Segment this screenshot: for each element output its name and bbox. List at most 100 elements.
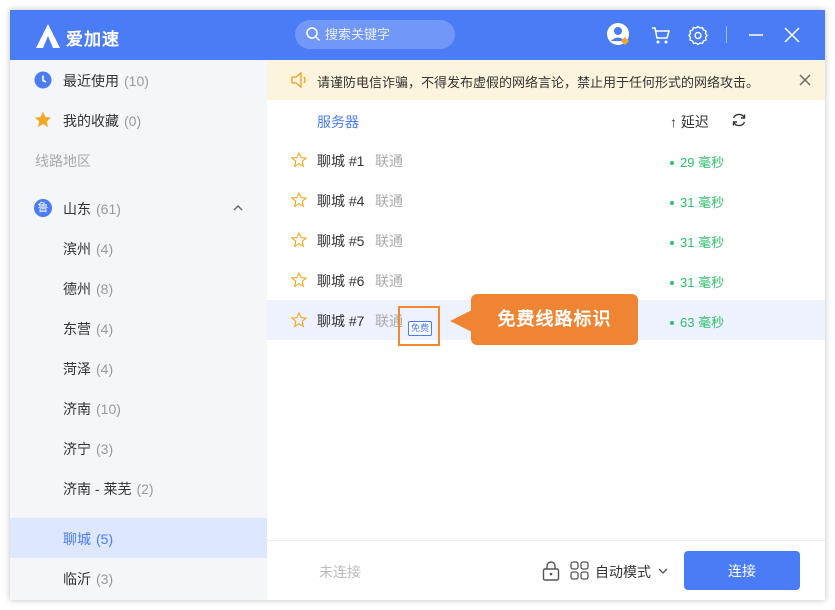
sidebar-item-favorites[interactable]: 我的收藏 (0)	[10, 100, 267, 140]
gear-icon	[688, 25, 708, 45]
sidebar-item-count: (10)	[124, 73, 149, 89]
sidebar-item-count: (4)	[96, 321, 114, 337]
latency-value: 31 毫秒	[680, 195, 725, 210]
column-header-server[interactable]: 服务器	[317, 112, 359, 132]
sidebar-item-label: 滨州	[63, 241, 91, 257]
close-icon[interactable]	[799, 74, 811, 86]
sidebar-item-label: 东营	[63, 321, 91, 337]
sidebar-item-city[interactable]: 济南 - 莱芜 (2)	[10, 468, 267, 508]
server-latency: 29 毫秒	[670, 152, 724, 171]
star-outline-icon[interactable]	[291, 232, 307, 248]
sidebar-item-count: (3)	[96, 571, 114, 587]
server-row[interactable]: 聊城 #4 联通 31 毫秒	[267, 180, 825, 220]
sidebar-item-label: 最近使用	[63, 73, 119, 89]
star-outline-icon[interactable]	[291, 192, 307, 208]
server-name: 聊城 #4	[317, 193, 365, 209]
search-box[interactable]	[295, 20, 455, 49]
sidebar-item-count: (10)	[96, 401, 121, 417]
settings-button[interactable]	[685, 22, 711, 48]
search-icon	[306, 27, 321, 42]
sidebar-item-recent[interactable]: 最近使用 (10)	[10, 60, 267, 100]
province-badge-icon: 鲁	[34, 199, 52, 217]
sidebar-item-label: 山东	[63, 201, 91, 217]
close-icon	[784, 27, 800, 43]
sidebar: 最近使用 (10) 我的收藏 (0) 线路地区 鲁 山东 (61) 滨州 (4) 德州 (…	[10, 60, 267, 600]
sidebar-item-province[interactable]: 鲁 山东 (61)	[10, 188, 267, 228]
avatar-icon	[607, 23, 629, 45]
lock-icon[interactable]	[542, 561, 560, 581]
column-header-latency[interactable]: ↑ 延迟	[670, 112, 709, 132]
app-window: 爱加速 搜索关键字 最近使用 (10) 我的收藏 (0) 线路地区 鲁 山东 (…	[10, 10, 825, 600]
grid-modes-icon[interactable]	[570, 561, 589, 580]
sidebar-item-city[interactable]: 滨州 (4)	[10, 228, 267, 268]
server-isp: 联通	[375, 153, 403, 169]
chevron-down-icon[interactable]	[657, 565, 669, 577]
cart-button[interactable]	[648, 22, 674, 48]
notice-text: 请谨防电信诈骗，不得发布虚假的网络言论，禁止用于任何形式的网络攻击。	[317, 75, 760, 90]
callout-arrow	[450, 310, 472, 332]
minimize-icon	[749, 34, 763, 36]
server-isp: 联通	[375, 193, 403, 209]
mode-select[interactable]: 自动模式	[595, 562, 651, 582]
server-latency: 31 毫秒	[670, 192, 724, 211]
star-outline-icon[interactable]	[291, 272, 307, 288]
speaker-icon	[291, 72, 306, 88]
sidebar-item-label: 菏泽	[63, 361, 91, 377]
close-button[interactable]	[779, 22, 805, 48]
section-label: 线路地区	[35, 153, 91, 169]
sidebar-item-city[interactable]: 济南 (10)	[10, 388, 267, 428]
titlebar-separator	[726, 26, 727, 43]
app-title: 爱加速	[66, 30, 120, 49]
status-dot	[670, 320, 674, 325]
sidebar-item-count: (5)	[96, 531, 114, 547]
callout-label: 免费线路标识	[471, 294, 638, 345]
server-name: 聊城 #1	[317, 153, 365, 169]
star-icon	[35, 111, 51, 127]
latency-value: 29 毫秒	[680, 155, 725, 170]
status-dot	[670, 200, 674, 205]
sidebar-item-label: 德州	[63, 281, 91, 297]
sidebar-item-city[interactable]: 济宁 (3)	[10, 428, 267, 468]
clock-icon	[34, 71, 52, 89]
sidebar-item-label: 聊城	[63, 531, 91, 547]
sidebar-item-city[interactable]: 菏泽 (4)	[10, 348, 267, 388]
sidebar-item-label: 济宁	[63, 441, 91, 457]
sidebar-section-heading: 线路地区	[10, 140, 267, 180]
connect-button[interactable]: 连接	[684, 551, 800, 590]
avatar-button[interactable]	[606, 22, 632, 48]
sidebar-item-count: (4)	[96, 241, 114, 257]
server-name: 聊城 #5	[317, 233, 365, 249]
server-list-header: 服务器 ↑ 延迟	[267, 100, 825, 140]
star-outline-icon[interactable]	[291, 152, 307, 168]
sidebar-item-city[interactable]: 德州 (8)	[10, 268, 267, 308]
star-outline-icon[interactable]	[291, 312, 307, 328]
server-latency: 63 毫秒	[670, 312, 724, 331]
search-input[interactable]	[325, 20, 450, 49]
app-logo-icon	[36, 24, 60, 48]
chevron-up-icon[interactable]	[232, 202, 244, 214]
notice-banner: 请谨防电信诈骗，不得发布虚假的网络言论，禁止用于任何形式的网络攻击。	[267, 60, 825, 100]
title-bar: 爱加速	[10, 10, 825, 60]
server-isp: 联通	[375, 233, 403, 249]
sidebar-item-city-selected[interactable]: 聊城 (5)	[10, 518, 267, 558]
sidebar-item-count: (2)	[136, 481, 154, 497]
bottom-bar: 未连接 自动模式 连接	[267, 540, 825, 600]
free-line-badge: 免费	[408, 321, 432, 336]
cart-icon	[652, 27, 670, 44]
server-latency: 31 毫秒	[670, 272, 724, 291]
sidebar-item-city[interactable]: 东营 (4)	[10, 308, 267, 348]
sidebar-item-label: 临沂	[63, 571, 91, 587]
refresh-icon[interactable]	[731, 112, 747, 128]
server-isp: 联通	[375, 273, 403, 289]
latency-value: 63 毫秒	[680, 315, 725, 330]
sidebar-item-count: (4)	[96, 361, 114, 377]
latency-value: 31 毫秒	[680, 235, 725, 250]
minimize-button[interactable]	[743, 22, 769, 48]
status-dot	[670, 160, 674, 165]
server-row[interactable]: 聊城 #5 联通 31 毫秒	[267, 220, 825, 260]
server-row[interactable]: 聊城 #1 联通 29 毫秒	[267, 140, 825, 180]
latency-value: 31 毫秒	[680, 275, 725, 290]
sidebar-item-count: (0)	[124, 113, 142, 129]
sidebar-item-city[interactable]: 临沂 (3)	[10, 558, 267, 598]
server-name: 聊城 #7	[317, 313, 365, 329]
